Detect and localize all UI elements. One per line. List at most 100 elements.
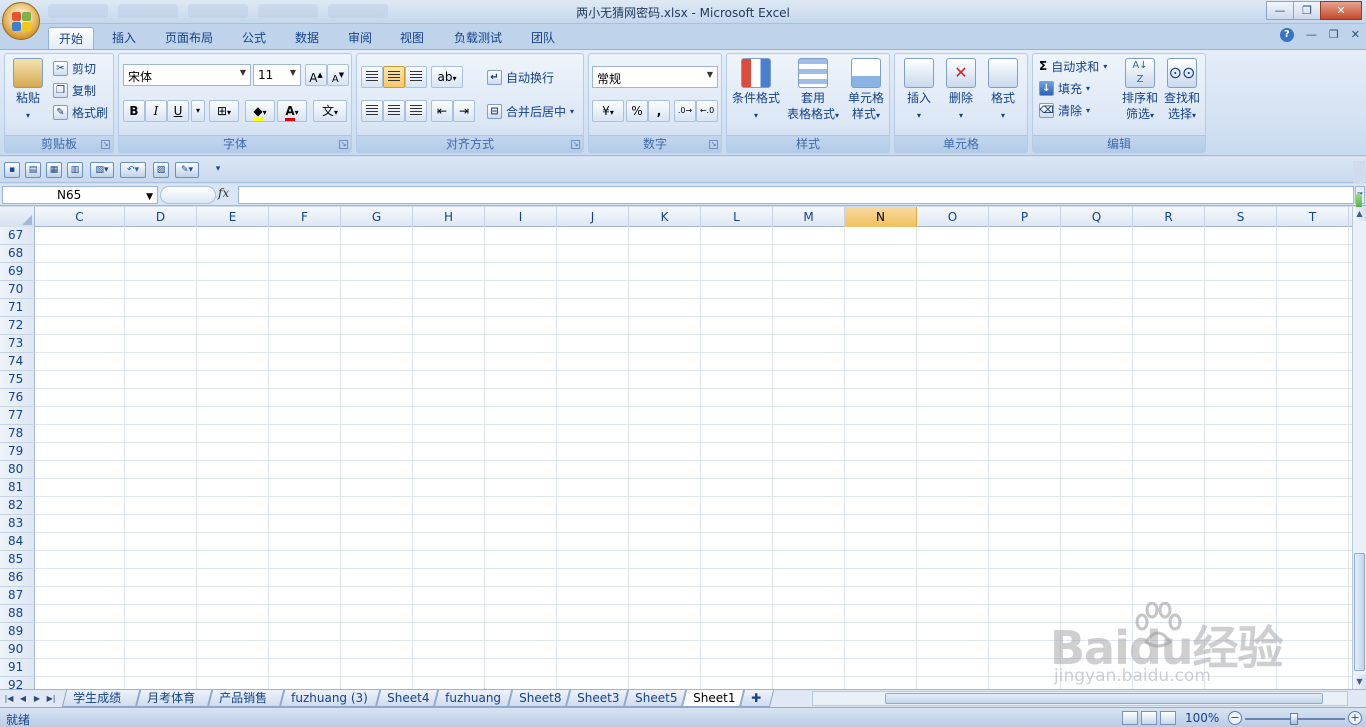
formula-pill[interactable] <box>160 186 216 204</box>
align-top-button[interactable] <box>361 66 383 88</box>
first-sheet-icon[interactable]: |◀ <box>3 692 15 705</box>
font-size-select[interactable]: 11 ▼ <box>253 64 301 86</box>
increase-indent-button[interactable]: ⇥ <box>453 100 475 122</box>
clipboard-launcher-icon[interactable]: ↘ <box>101 140 110 149</box>
cell-styles-button[interactable]: 单元格 样式▾ <box>843 58 889 124</box>
draw-icon[interactable]: ✎▾ <box>175 162 199 178</box>
column-header-i[interactable]: I <box>485 207 557 227</box>
column-header-j[interactable]: J <box>557 207 629 227</box>
wrap-text-button[interactable]: ↵ 自动换行 <box>487 67 554 87</box>
vertical-scroll-thumb[interactable] <box>1354 553 1365 671</box>
help-icon[interactable]: ? <box>1279 28 1294 42</box>
sheet-tab-sheet1[interactable]: Sheet1 <box>681 690 745 707</box>
font-family-select[interactable]: 宋体 ▼ <box>123 64 251 86</box>
tab-insert[interactable]: 插入 <box>102 27 146 49</box>
sheet-tab-sheet3[interactable]: Sheet3 <box>565 690 629 707</box>
align-bottom-button[interactable] <box>405 66 427 88</box>
column-header-n[interactable]: N <box>845 207 917 227</box>
layout-icon[interactable]: ▥ <box>67 162 83 178</box>
font-color-button[interactable]: A▾ <box>277 100 307 122</box>
bold-button[interactable]: B <box>123 100 145 122</box>
row-header-81[interactable]: 81 <box>0 479 35 497</box>
prev-sheet-icon[interactable]: ◀ <box>17 692 29 705</box>
normal-view-icon[interactable] <box>1122 711 1138 725</box>
clear-button[interactable]: ⌫ 清除 ▾ <box>1039 100 1090 120</box>
minimize-button[interactable]: — <box>1266 1 1294 20</box>
increase-decimal-button[interactable]: .0→ <box>674 100 696 122</box>
zoom-slider-thumb[interactable] <box>1290 713 1298 725</box>
format-painter-button[interactable]: ✎ 格式刷 <box>53 102 108 122</box>
font-launcher-icon[interactable]: ↘ <box>339 140 348 149</box>
copy-button[interactable]: ❐ 复制 <box>53 80 96 100</box>
office-button[interactable] <box>2 2 40 40</box>
italic-button[interactable]: I <box>145 100 167 122</box>
column-header-q[interactable]: Q <box>1061 207 1133 227</box>
delete-cells-button[interactable]: ✕ 删除 ▾ <box>941 58 981 124</box>
number-launcher-icon[interactable]: ↘ <box>709 140 718 149</box>
align-middle-button[interactable] <box>383 66 405 88</box>
column-header-p[interactable]: P <box>989 207 1061 227</box>
print-preview-icon[interactable]: ▦ <box>46 162 62 178</box>
sheet-tab-2[interactable]: 月考体育 <box>135 690 213 707</box>
row-header-69[interactable]: 69 <box>0 263 35 281</box>
tab-team[interactable]: 团队 <box>521 27 565 49</box>
column-header-d[interactable]: D <box>125 207 197 227</box>
tab-data[interactable]: 数据 <box>285 27 329 49</box>
next-sheet-icon[interactable]: ▶ <box>31 692 43 705</box>
tab-formulas[interactable]: 公式 <box>232 27 276 49</box>
row-header-73[interactable]: 73 <box>0 335 35 353</box>
sheet-tab-1[interactable]: 学生成绩 <box>61 690 141 707</box>
tab-home[interactable]: 开始 <box>48 27 95 49</box>
row-header-76[interactable]: 76 <box>0 389 35 407</box>
tab-review[interactable]: 审阅 <box>338 27 382 49</box>
column-header-m[interactable]: M <box>773 207 845 227</box>
sort-filter-button[interactable]: A↓ Z 排序和 筛选▾ <box>1119 58 1161 124</box>
column-header-h[interactable]: H <box>413 207 485 227</box>
ribbon-close-icon[interactable]: ✕ <box>1351 28 1360 42</box>
row-header-70[interactable]: 70 <box>0 281 35 299</box>
row-header-84[interactable]: 84 <box>0 533 35 551</box>
row-header-74[interactable]: 74 <box>0 353 35 371</box>
open-folder-icon[interactable]: ▤ <box>25 162 41 178</box>
close-button[interactable]: ✕ <box>1320 1 1362 20</box>
sheet-tab-sheet5[interactable]: Sheet5 <box>623 690 687 707</box>
last-sheet-icon[interactable]: ▶| <box>45 692 57 705</box>
row-header-79[interactable]: 79 <box>0 443 35 461</box>
insert-function-icon[interactable]: fx <box>218 186 229 200</box>
ribbon-minimize-icon[interactable]: — <box>1306 28 1317 42</box>
phonetic-button[interactable]: 文▾ <box>313 100 347 122</box>
column-header-t[interactable]: T <box>1277 207 1349 227</box>
underline-dropdown[interactable]: ▾ <box>191 100 205 122</box>
formula-input[interactable] <box>238 186 1354 204</box>
row-header-72[interactable]: 72 <box>0 317 35 335</box>
tab-load-test[interactable]: 负载测试 <box>444 27 512 49</box>
conditional-format-button[interactable]: 条件格式 ▾ <box>729 58 783 124</box>
row-header-92[interactable]: 92 <box>0 677 35 689</box>
select-all-corner[interactable] <box>0 207 35 227</box>
ribbon-restore-icon[interactable]: ❐ <box>1329 28 1339 42</box>
sheet-tab-3[interactable]: 产品销售 <box>207 690 285 707</box>
column-header-o[interactable]: O <box>917 207 989 227</box>
row-header-71[interactable]: 71 <box>0 299 35 317</box>
fill-button[interactable]: ↓ 填充 ▾ <box>1039 78 1090 98</box>
merge-center-button[interactable]: ⊟ 合并后居中 ▾ <box>487 101 574 121</box>
comma-button[interactable]: , <box>648 100 670 122</box>
underline-button[interactable]: U <box>167 100 189 122</box>
column-header-e[interactable]: E <box>197 207 269 227</box>
borders-button[interactable]: ⊞▾ <box>209 100 239 122</box>
row-header-82[interactable]: 82 <box>0 497 35 515</box>
currency-button[interactable]: ¥▾ <box>592 100 624 122</box>
find-select-button[interactable]: ⊙⊙ 查找和 选择▾ <box>1161 58 1203 124</box>
scroll-down-icon[interactable]: ▼ <box>1353 675 1366 689</box>
row-header-85[interactable]: 85 <box>0 551 35 569</box>
insert-cells-button[interactable]: 插入 ▾ <box>899 58 939 124</box>
zoom-out-icon[interactable]: − <box>1228 711 1242 725</box>
row-header-87[interactable]: 87 <box>0 587 35 605</box>
name-box[interactable]: N65 ▼ <box>2 186 158 204</box>
row-header-90[interactable]: 90 <box>0 641 35 659</box>
vertical-scrollbar[interactable]: ▲ ▼ <box>1352 207 1366 689</box>
tab-view[interactable]: 视图 <box>390 27 434 49</box>
number-format-select[interactable]: 常规 ▼ <box>592 66 718 88</box>
align-left-button[interactable] <box>361 100 383 122</box>
sheet-tab-fuzhuang-3[interactable]: fuzhuang (3) <box>279 690 381 707</box>
